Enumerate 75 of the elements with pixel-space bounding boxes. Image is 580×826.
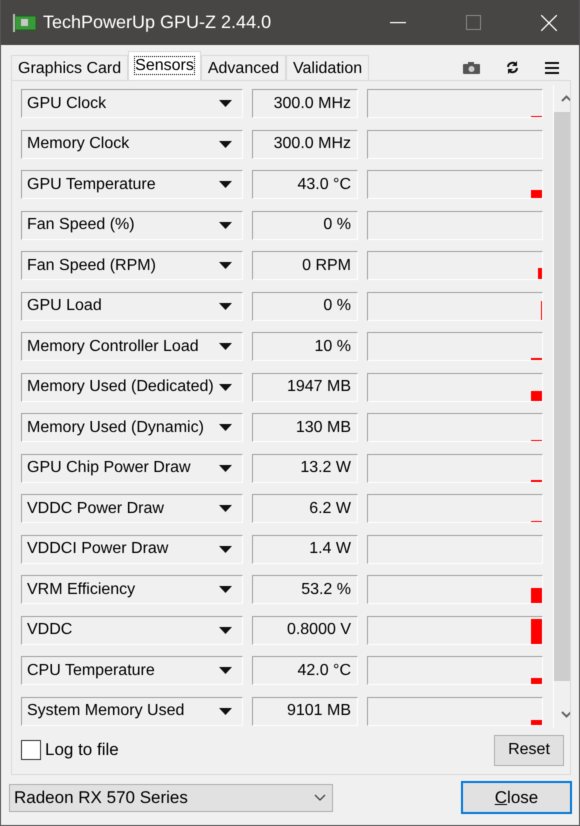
dropdown-arrow-icon bbox=[219, 505, 232, 512]
sensor-dropdown[interactable]: VDDC bbox=[21, 616, 243, 644]
graph-bar bbox=[531, 190, 542, 198]
dropdown-arrow-icon bbox=[219, 262, 232, 269]
dropdown-arrow-icon bbox=[219, 100, 232, 107]
sensor-dropdown[interactable]: GPU Clock bbox=[21, 89, 243, 118]
sensor-value: 1947 MB bbox=[252, 372, 358, 402]
sensor-value: 300.0 MHz bbox=[252, 89, 358, 118]
reset-button[interactable]: Reset bbox=[494, 734, 564, 766]
dropdown-arrow-icon bbox=[219, 140, 232, 148]
sensor-value: 42.0 °C bbox=[252, 656, 358, 685]
dropdown-arrow-icon bbox=[219, 586, 232, 593]
close-button[interactable]: Close bbox=[461, 781, 572, 814]
dropdown-arrow-icon bbox=[219, 343, 232, 350]
sensor-value: 130 MB bbox=[252, 413, 358, 442]
dropdown-arrow-icon bbox=[219, 384, 232, 390]
sensor-dropdown[interactable]: System Memory Used bbox=[21, 696, 243, 726]
dropdown-arrow-icon bbox=[219, 181, 232, 188]
tab[interactable]: Sensors bbox=[128, 51, 201, 80]
tab[interactable]: Advanced bbox=[200, 55, 286, 80]
minimize-icon[interactable] bbox=[390, 22, 406, 24]
dropdown-arrow-icon bbox=[219, 424, 232, 431]
gpu-select[interactable]: Radeon RX 570 Series bbox=[9, 784, 333, 812]
sensor-dropdown[interactable]: GPU Load bbox=[21, 292, 243, 320]
sensor-value: 0.8000 V bbox=[252, 616, 358, 644]
dropdown-arrow-icon bbox=[219, 464, 232, 472]
graphics-card-icon bbox=[13, 14, 37, 32]
menu-icon[interactable] bbox=[545, 62, 559, 74]
close-icon[interactable] bbox=[541, 14, 557, 30]
sensor-value: 6.2 W bbox=[252, 494, 358, 523]
sensor-value: 1.4 W bbox=[252, 534, 358, 564]
sensor-value: 10 % bbox=[252, 332, 358, 361]
sensor-dropdown[interactable]: VRM Efficiency bbox=[21, 575, 243, 604]
sensor-dropdown[interactable]: Memory Controller Load bbox=[21, 332, 243, 361]
dropdown-arrow-icon bbox=[219, 222, 232, 228]
sensor-dropdown[interactable]: Fan Speed (RPM) bbox=[21, 251, 243, 280]
graph-bar bbox=[538, 268, 542, 279]
scroll-up-icon[interactable] bbox=[560, 95, 570, 102]
checkbox[interactable] bbox=[21, 740, 41, 760]
dropdown-arrow-icon bbox=[219, 302, 232, 310]
sensor-value: 0 % bbox=[252, 292, 358, 320]
sensor-value: 0 RPM bbox=[252, 251, 358, 280]
sensor-dropdown[interactable]: Memory Used (Dynamic) bbox=[21, 413, 243, 442]
sensor-value: 13.2 W bbox=[252, 454, 358, 482]
window-title: TechPowerUp GPU-Z 2.44.0 bbox=[43, 12, 272, 33]
graph-bar bbox=[531, 588, 542, 603]
dropdown-arrow-icon bbox=[219, 546, 232, 552]
sensor-value: 53.2 % bbox=[252, 575, 358, 604]
dropdown-arrow-icon bbox=[219, 667, 232, 674]
sensor-dropdown[interactable]: GPU Temperature bbox=[21, 170, 243, 199]
dropdown-arrow-icon bbox=[219, 626, 232, 634]
sensor-dropdown[interactable]: VDDC Power Draw bbox=[21, 494, 243, 523]
refresh-icon[interactable] bbox=[506, 61, 519, 74]
graph-bar bbox=[531, 678, 542, 684]
sensor-dropdown[interactable]: Memory Used (Dedicated) bbox=[21, 372, 243, 402]
checkbox-label: Log to file bbox=[45, 740, 119, 760]
sensor-dropdown[interactable]: GPU Chip Power Draw bbox=[21, 454, 243, 482]
maximize-icon[interactable] bbox=[466, 15, 481, 30]
tab[interactable]: Graphics Card bbox=[11, 55, 128, 80]
sensor-dropdown[interactable]: CPU Temperature bbox=[21, 656, 243, 685]
chevron-icon bbox=[314, 794, 326, 801]
sensor-dropdown[interactable]: Memory Clock bbox=[21, 130, 243, 158]
sensor-dropdown[interactable]: VDDCI Power Draw bbox=[21, 534, 243, 564]
dropdown-arrow-icon bbox=[219, 708, 232, 714]
graph-bar bbox=[531, 720, 542, 724]
graph-bar bbox=[531, 390, 542, 400]
sensor-value: 43.0 °C bbox=[252, 170, 358, 199]
sensor-value: 9101 MB bbox=[252, 696, 358, 726]
graph-bar bbox=[531, 618, 542, 644]
camera-icon[interactable] bbox=[463, 62, 480, 74]
sensor-value: 300.0 MHz bbox=[252, 130, 358, 158]
sensor-dropdown[interactable]: Fan Speed (%) bbox=[21, 210, 243, 240]
sensor-value: 0 % bbox=[252, 210, 358, 240]
scroll-down-icon[interactable] bbox=[560, 711, 570, 718]
tab[interactable]: Validation bbox=[286, 55, 370, 80]
